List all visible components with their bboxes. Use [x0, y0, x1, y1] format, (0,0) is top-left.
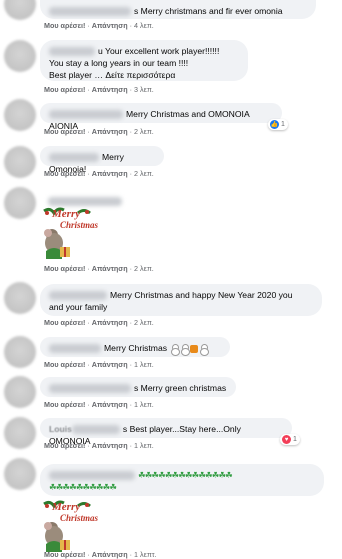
comment-bubble: u Your excellent work player!!!!!! You s… [40, 40, 248, 81]
comment-actions: Μου αρέσει! · Απάντηση · 1 λεπ. [44, 441, 154, 450]
comment-bubble: Merry Christmas and happy New Year 2020 … [40, 284, 322, 316]
timestamp[interactable]: 2 λεπ. [134, 318, 154, 327]
reply-link[interactable]: Απάντηση [92, 360, 128, 369]
reaction-count: 1 [293, 436, 297, 443]
avatar[interactable] [4, 40, 36, 72]
blurred-author-name [49, 384, 131, 394]
timestamp[interactable]: 2 λεπ. [134, 127, 154, 136]
sticker-text-christmas: Christmas [60, 220, 99, 230]
like-link[interactable]: Μου αρέσει! [44, 85, 85, 94]
timestamp[interactable]: 3 λεπ. [134, 85, 154, 94]
christmas-sticker[interactable]: Merry Christmas [38, 205, 99, 261]
comment-text: s Merry green christmas [134, 383, 227, 393]
reply-link[interactable]: Απάντηση [92, 318, 128, 327]
avatar[interactable] [4, 376, 36, 408]
blurred-author-name [49, 47, 95, 57]
snowman-icon [170, 343, 181, 356]
reply-link[interactable]: Απάντηση [92, 169, 128, 178]
blurred-author-name [49, 110, 123, 120]
like-icon: 👍 [270, 120, 279, 129]
comment-bubble: Merry Omonoia! [40, 146, 164, 174]
like-link[interactable]: Μου αρέσει! [44, 441, 85, 450]
avatar[interactable] [4, 99, 36, 131]
comment-actions: Μου αρέσει! · Απάντηση · 1 λεπ. [44, 360, 154, 369]
like-link[interactable]: Μου αρέσει! [44, 21, 85, 30]
snowman-icon [199, 343, 210, 356]
author-name-fragment[interactable]: Louis [49, 424, 72, 434]
comment-bubble: s Merry green christmas [40, 377, 236, 397]
snowman-icon [180, 343, 191, 356]
reply-link[interactable]: Απάντηση [92, 400, 128, 409]
comment-actions: Μου αρέσει! · Απάντηση · 3 λεπ. [44, 85, 154, 94]
reply-link[interactable]: Απάντηση [92, 127, 128, 136]
sticker-text-merry: Merry [52, 501, 81, 513]
calendar-icon [190, 344, 199, 353]
shamrock-emojis: ☘☘☘☘☘☘☘☘☘☘ [49, 482, 117, 492]
reply-link[interactable]: Απάντηση [92, 21, 128, 30]
avatar[interactable] [4, 417, 36, 449]
timestamp[interactable]: 4 λεπ. [134, 21, 154, 30]
timestamp[interactable]: 2 λεπ. [134, 169, 154, 178]
comment-bubble: s Merry christmans and fir ever omonia [40, 0, 316, 19]
avatar[interactable] [4, 146, 36, 178]
comment-text-line-2: You stay a long years in our team !!!! [49, 58, 189, 68]
reply-link[interactable]: Απάντηση [92, 264, 128, 273]
comment-actions: Μου αρέσει! · Απάντηση · 2 λεπ. [44, 127, 154, 136]
comment-text-line-2: and your family [49, 302, 108, 312]
comment-actions: Μου αρέσει! · Απάντηση · 2 λεπ. [44, 318, 154, 327]
like-link[interactable]: Μου αρέσει! [44, 169, 85, 178]
comment-bubble: ☘☘☘☘☘☘☘☘☘☘☘☘☘☘ ☘☘☘☘☘☘☘☘☘☘ [40, 464, 324, 496]
like-link[interactable]: Μου αρέσει! [44, 264, 85, 273]
like-link[interactable]: Μου αρέσει! [44, 360, 85, 369]
comment-bubble: Merry Christmas and OMONOIA AIONIA [40, 103, 282, 131]
like-link[interactable]: Μου αρέσει! [44, 127, 85, 136]
reply-link[interactable]: Απάντηση [92, 85, 128, 94]
sticker-text-merry: Merry [52, 208, 81, 220]
comment-bubble: Merry Christmas [40, 337, 230, 357]
blurred-author-name [71, 425, 120, 435]
timestamp[interactable]: 1 λεπ. [134, 400, 154, 409]
avatar[interactable] [4, 187, 36, 219]
comment-actions: Μου αρέσει! · Απάντηση · 2 λεπ. [44, 264, 154, 273]
like-link[interactable]: Μου αρέσει! [44, 318, 85, 327]
reaction-count: 1 [281, 121, 285, 128]
comment-text: s Merry christmans and fir ever omonia [134, 6, 283, 16]
comment-actions: Μου αρέσει! · Απάντηση · 2 λεπ. [44, 169, 154, 178]
blurred-author-name [49, 153, 99, 163]
sticker-text-christmas: Christmas [60, 513, 99, 523]
comment-text-line-1: u Your excellent work player!!!!!! [98, 46, 220, 56]
avatar[interactable] [4, 458, 36, 490]
avatar[interactable] [4, 0, 36, 20]
like-link[interactable]: Μου αρέσει! [44, 400, 85, 409]
comment-bubble: Louis s Best player...Stay here...Only OM… [40, 418, 292, 446]
shamrock-emojis: ☘☘☘☘☘☘☘☘☘☘☘☘☘☘ [138, 470, 233, 480]
comment-text-line-1: Merry Christmas and happy New Year 2020 … [110, 290, 293, 300]
timestamp[interactable]: 1 λεπ. [134, 441, 154, 450]
blurred-author-name [49, 291, 107, 301]
comment-actions: Μου αρέσει! · Απάντηση · 1 λεπ. [44, 400, 154, 409]
blurred-author-name [49, 344, 101, 354]
heart-icon: ♥ [282, 435, 291, 444]
timestamp[interactable]: 1 λεπ. [134, 360, 154, 369]
comment-text: Merry Christmas [104, 343, 168, 353]
christmas-sticker[interactable]: Merry Christmas [38, 498, 99, 554]
comment-actions: Μου αρέσει! · Απάντηση · 4 λεπ. [44, 21, 154, 30]
timestamp[interactable]: 2 λεπ. [134, 264, 154, 273]
comment-text-line-3[interactable]: Best player … Δείτε περισσότερα [49, 69, 239, 81]
blurred-author-name [49, 7, 131, 17]
reaction-badge[interactable]: ♥ 1 [280, 434, 300, 445]
blurred-author-name [49, 471, 135, 481]
avatar[interactable] [4, 282, 36, 314]
reply-link[interactable]: Απάντηση [92, 441, 128, 450]
avatar[interactable] [4, 336, 36, 368]
reaction-badge[interactable]: 👍 1 [268, 119, 288, 130]
